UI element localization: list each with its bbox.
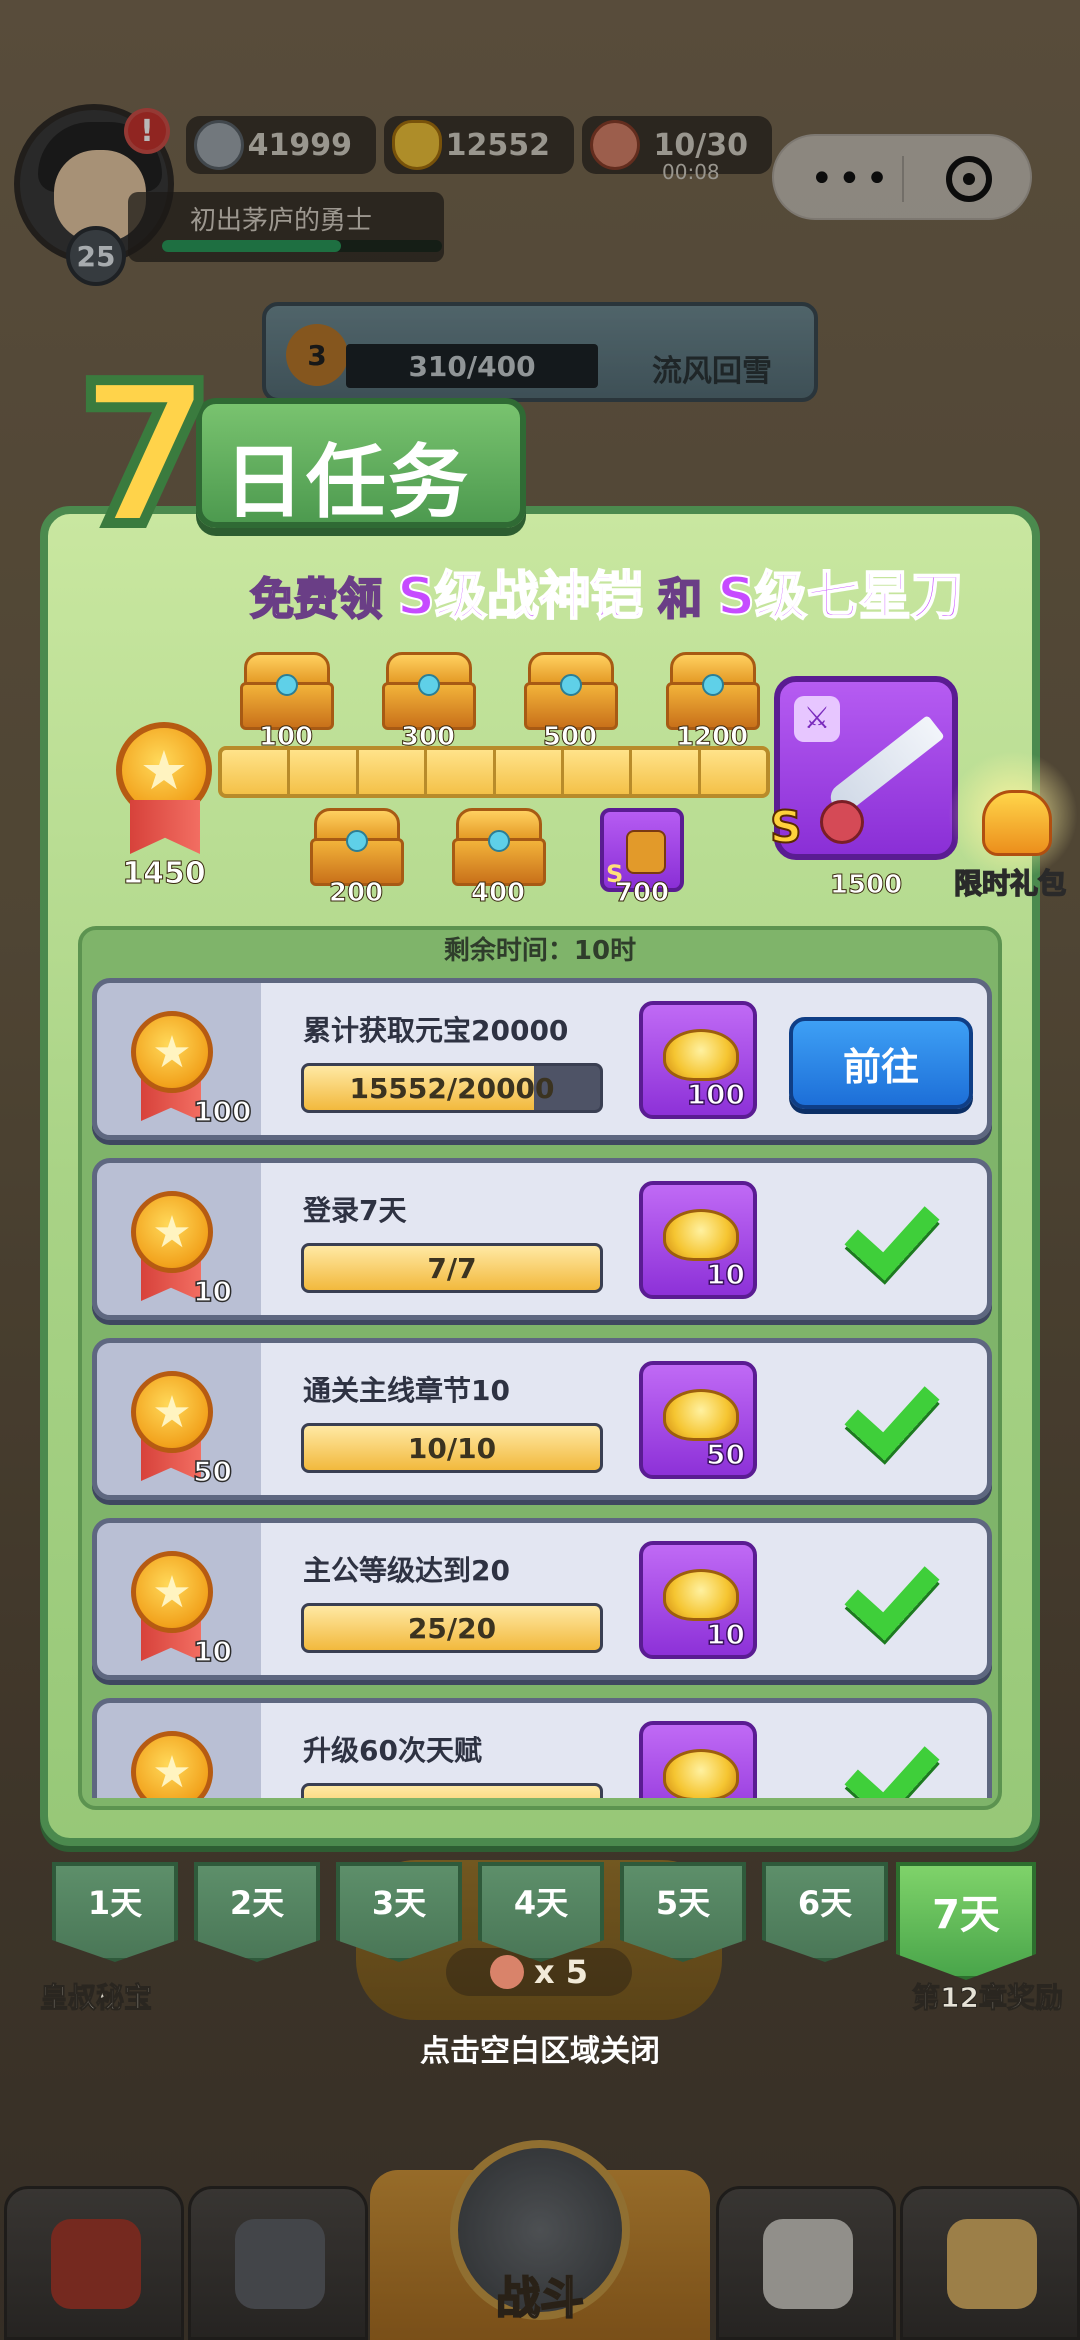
task-reward[interactable]: 10 [639, 1541, 757, 1659]
gift-bag-icon [982, 790, 1052, 856]
chest-500[interactable] [524, 652, 618, 730]
task-reward[interactable] [639, 1721, 757, 1798]
task-name: 登录7天 [303, 1194, 407, 1227]
gold-ingot-icon [663, 1749, 739, 1798]
go-button[interactable]: 前往 [789, 1017, 973, 1109]
star-medal-icon: ★ [131, 1371, 213, 1453]
task-reward[interactable]: 10 [639, 1181, 757, 1299]
weapon-type-icon: ⚔ [794, 696, 840, 742]
subtitle-item-armor: S级战神铠 [396, 566, 643, 628]
milestone-label: 500 [542, 722, 598, 753]
subtitle-item-blade: S级七星刀 [716, 566, 963, 628]
close-hint[interactable]: 点击空白区域关闭 [0, 2026, 1080, 2070]
gold-ingot-icon [663, 1209, 739, 1261]
task-reward[interactable]: 50 [639, 1361, 757, 1479]
modal-title-plaque: 日任务 [196, 398, 526, 529]
total-points: 1450 [122, 856, 207, 892]
task-progress-text: 25/20 [407, 1611, 497, 1645]
subtitle-prefix: 免费领 [249, 573, 383, 626]
armor-icon [626, 830, 666, 874]
task-reward-amount: 10 [705, 1257, 745, 1292]
task-points: 10 [192, 1634, 232, 1669]
gold-ingot-icon [663, 1389, 739, 1441]
subtitle-and: 和 [657, 573, 703, 626]
task-progress-text: 7/7 [427, 1251, 477, 1285]
task-progress-bar: 7/7 [301, 1243, 603, 1293]
chest-400[interactable] [452, 808, 546, 886]
star-medal-icon: ★ [131, 1011, 213, 1093]
task-progress-text: 10/10 [407, 1431, 497, 1465]
task-progress-bar: 15552/20000 [301, 1063, 603, 1113]
milestone-label: 700 [614, 878, 670, 909]
task-name: 通关主线章节10 [303, 1374, 510, 1407]
gold-ingot-icon [663, 1029, 739, 1081]
task-progress-text [304, 1786, 600, 1798]
remaining-time: 剩余时间：10时 [443, 936, 637, 966]
task-reward-amount: 10 [705, 1617, 745, 1652]
sword-grade: S [769, 801, 803, 854]
star-medal-icon: ★ [131, 1551, 213, 1633]
meat-icon [489, 1955, 524, 1989]
task-name: 升级60次天赋 [303, 1734, 482, 1767]
task-progress-bar: 25/20 [301, 1603, 603, 1653]
task-row: ★ 升级60次天赋 [92, 1698, 992, 1798]
task-reward-amount: 50 [705, 1437, 745, 1472]
sword-reward-card[interactable]: ⚔ S [769, 676, 958, 860]
milestone-label: 100 [258, 722, 314, 753]
task-points: 100 [192, 1094, 252, 1129]
modal-subtitle: 免费领 S级战神铠 和 S级七星刀 [249, 554, 1030, 628]
right-feature-label: 第12章奖励 [912, 1981, 1064, 2015]
chest-300[interactable] [382, 652, 476, 730]
points-track [218, 746, 770, 798]
gold-ingot-icon [663, 1569, 739, 1621]
completed-check-icon [835, 1197, 931, 1277]
task-reward[interactable]: 100 [639, 1001, 757, 1119]
task-row: ★ 10 主公等级达到20 25/20 10 [92, 1518, 992, 1680]
task-reward-amount: 100 [686, 1077, 746, 1112]
completed-check-icon [835, 1737, 931, 1798]
milestone-label: 200 [328, 878, 384, 909]
task-name: 主公等级达到20 [303, 1554, 510, 1587]
task-progress-text: 15552/20000 [349, 1071, 555, 1105]
task-row: ★ 10 登录7天 7/7 10 [92, 1158, 992, 1320]
task-points: 50 [192, 1454, 232, 1489]
task-points-medal: ★ [131, 1731, 227, 1798]
task-row: ★ 50 通关主线章节10 10/10 50 [92, 1338, 992, 1500]
completed-check-icon [835, 1557, 931, 1637]
modal-title-number: 7 [73, 342, 219, 570]
limited-gift-label: 限时礼包 [953, 866, 1067, 901]
star-medal-icon: ★ [131, 1731, 213, 1798]
left-feature-label: 皇叔秘宝 [39, 1981, 153, 2015]
task-progress-bar: 10/10 [301, 1423, 603, 1473]
task-name: 累计获取元宝20000 [303, 1014, 569, 1047]
completed-check-icon [835, 1377, 931, 1457]
chest-1200[interactable] [666, 652, 760, 730]
task-row: ★ 100 累计获取元宝20000 15552/20000 100 前往 [92, 978, 992, 1140]
milestone-label: 1200 [675, 722, 749, 753]
task-progress-bar [301, 1783, 603, 1798]
chest-200[interactable] [310, 808, 404, 886]
task-points: 10 [192, 1274, 232, 1309]
chest-100[interactable] [240, 652, 334, 730]
task-list[interactable]: ★ 100 累计获取元宝20000 15552/20000 100 前往 ★ 1… [92, 978, 996, 1798]
milestone-label: 300 [400, 722, 456, 753]
milestone-label: 400 [470, 878, 526, 909]
modal-title-text: 日任务 [224, 436, 470, 529]
limited-gift-button[interactable] [948, 750, 1078, 880]
star-medal-icon: ★ [131, 1191, 213, 1273]
final-milestone: 1500 [829, 870, 903, 901]
hilt-icon [820, 800, 864, 844]
